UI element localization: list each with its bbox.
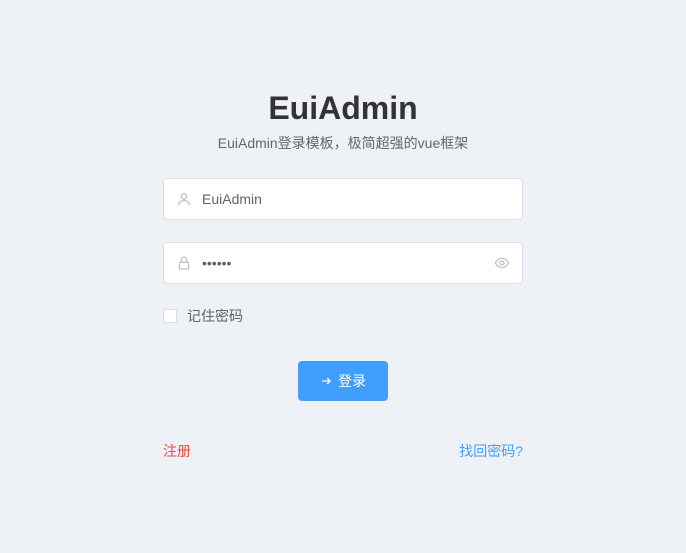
page-subtitle: EuiAdmin登录模板，极简超强的vue框架 xyxy=(218,133,469,153)
eye-icon[interactable] xyxy=(494,255,510,271)
links-row: 注册 找回密码? xyxy=(163,441,523,461)
page-title: EuiAdmin xyxy=(268,90,417,127)
remember-label: 记住密码 xyxy=(187,306,243,326)
login-form: 记住密码 登录 注册 找回密码? xyxy=(163,178,523,461)
remember-row: 记住密码 xyxy=(163,306,523,326)
username-input[interactable] xyxy=(202,191,510,207)
remember-checkbox[interactable] xyxy=(163,309,177,323)
login-button-label: 登录 xyxy=(338,371,366,391)
lock-icon xyxy=(176,255,192,271)
forgot-password-link[interactable]: 找回密码? xyxy=(459,441,523,461)
register-link[interactable]: 注册 xyxy=(163,441,191,461)
password-input[interactable] xyxy=(202,255,494,271)
arrow-right-icon xyxy=(320,375,332,387)
user-icon xyxy=(176,191,192,207)
password-field-wrapper xyxy=(163,242,523,284)
button-row: 登录 xyxy=(163,361,523,401)
username-field-wrapper xyxy=(163,178,523,220)
login-button[interactable]: 登录 xyxy=(298,361,388,401)
